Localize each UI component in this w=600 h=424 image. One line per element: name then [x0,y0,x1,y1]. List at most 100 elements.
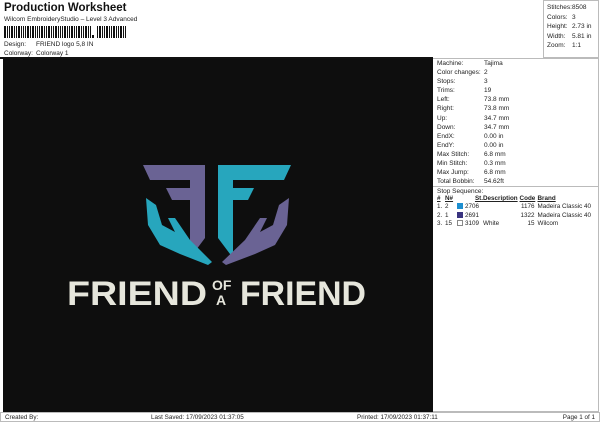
barcode-bar [32,26,34,38]
stat-value: 1:1 [572,42,582,49]
logo-embroidery: FRIEND OF A FRIEND [67,165,366,313]
barcode-bar [85,26,87,38]
detail-value: 54.62ft [484,178,504,186]
table-row[interactable]: 3. 15 3109 White 15 Wilcom [437,220,594,229]
stop-index: 3. [437,220,443,228]
barcode-bar [58,26,59,38]
detail-value: 0.00 in [484,132,504,140]
detail-label: Min Stitch: [437,160,468,168]
detail-row: EndY: 0.00 in [433,141,598,150]
detail-value: 6.8 mm [484,169,506,177]
barcode-bar [104,26,105,38]
detail-value: 0.3 mm [484,160,506,168]
page-title: Production Worksheet [4,2,127,14]
stat-value: 8508 [572,4,587,11]
detail-value: 73.8 mm [484,105,510,113]
barcode-bar [23,26,24,38]
detail-label: Trims: [437,87,455,95]
stitch-value: 2706 [465,203,480,211]
logo-text-of: OF [212,277,232,293]
stat-row: Height: 2.73 in [547,22,595,32]
description: White [483,220,500,228]
thread-code: 15 [527,220,535,228]
stats-box: Stitches:8508 Colors: 3 Height: 2.73 in Wi… [543,0,599,58]
barcode-bar [53,26,54,38]
barcode-bar [113,26,115,38]
needle-number: 1 [445,211,449,219]
stop-index: 2. [437,211,443,219]
detail-label: Stops: [437,78,456,86]
barcode-bar [30,26,31,38]
description [483,211,520,220]
stitch-value: 2691 [465,211,480,219]
barcode-bar [81,26,82,38]
detail-value: 73.8 mm [484,96,510,104]
barcode-bar [88,26,89,38]
detail-label: Right: [437,105,454,113]
needle-number: 2 [445,203,449,211]
page-number: Page 1 of 1 [562,414,595,421]
table-row[interactable]: 1. 2 2706 1176 Madeira Classic 40 [437,202,594,211]
stat-value: 2.73 in [572,23,592,30]
design-value: FRIEND logo 5,8 IN [36,41,94,48]
barcode-bar [109,26,110,38]
barcode-bar [14,26,15,38]
barcode-bar [4,26,6,38]
barcode-bar [46,26,47,38]
detail-label: Left: [437,96,450,104]
color-swatch-icon [457,211,463,218]
barcode-bar [37,26,38,38]
barcode-bar [111,26,112,38]
barcode-bar [18,26,20,38]
col-header: St. [474,195,483,203]
barcode-bar [76,26,77,38]
stop-sequence: Stop Sequence: # N# St. Description Code… [433,186,598,229]
detail-row: Min Stitch: 0.3 mm [433,159,598,168]
detail-label: Up: [437,114,448,122]
detail-row: Down: 34.7 mm [433,123,598,132]
logo-text-friend-1: FRIEND [67,275,207,313]
detail-row: Right: 73.8 mm [433,104,598,113]
barcode-bar [9,26,10,38]
barcode-bar [25,26,26,38]
barcode-bar [39,26,40,38]
detail-label: Max Stitch: [437,150,470,158]
footer: Created By: Last Saved: 17/09/2023 01:37… [0,412,600,422]
design-preview[interactable]: FRIEND OF A FRIEND [3,59,433,412]
stat-row: Colors: 3 [547,13,595,23]
stitch-count: 3109 [457,220,483,229]
stitch-value: 3109 [465,220,480,228]
barcode-bar [83,26,84,38]
col-header: Code [519,195,536,203]
barcode-bar [106,26,108,38]
barcode-bar [67,26,68,38]
barcode [4,26,144,38]
table-row[interactable]: 2. 1 2691 1322 Madeira Classic 40 [437,211,594,220]
created-by: Created By: [5,414,39,421]
thread-brand: Madeira Classic 40 [537,211,592,219]
detail-row: Up: 34.7 mm [433,114,598,123]
barcode-bar [74,26,75,38]
software-name: Wilcom EmbroideryStudio – Level 3 Advanc… [4,16,138,23]
printed-date: Printed: 17/09/2023 01:37:11 [357,414,438,421]
stat-label: Height: [547,23,568,30]
design-label: Design: [4,41,27,48]
detail-label: Machine: [437,60,464,67]
barcode-bar [7,26,8,38]
color-swatch-icon [457,203,463,210]
detail-row: Left: 73.8 mm [433,95,598,104]
logo-text-a: A [216,292,226,308]
color-swatch-icon [457,220,463,227]
barcode-bar [123,26,124,38]
barcode-bar [35,26,36,38]
detail-label: Total Bobbin: [437,178,475,186]
stop-index: 1. [437,203,443,211]
stat-label: Zoom: [547,42,566,49]
thread-brand: Wilcom [537,220,559,228]
detail-value: 34.7 mm [484,123,510,131]
detail-value: 19 [484,87,492,95]
thread-brand: Madeira Classic 40 [537,203,592,211]
barcode-bar [118,26,119,38]
barcode-bar [102,26,103,38]
barcode-bar [41,26,43,38]
